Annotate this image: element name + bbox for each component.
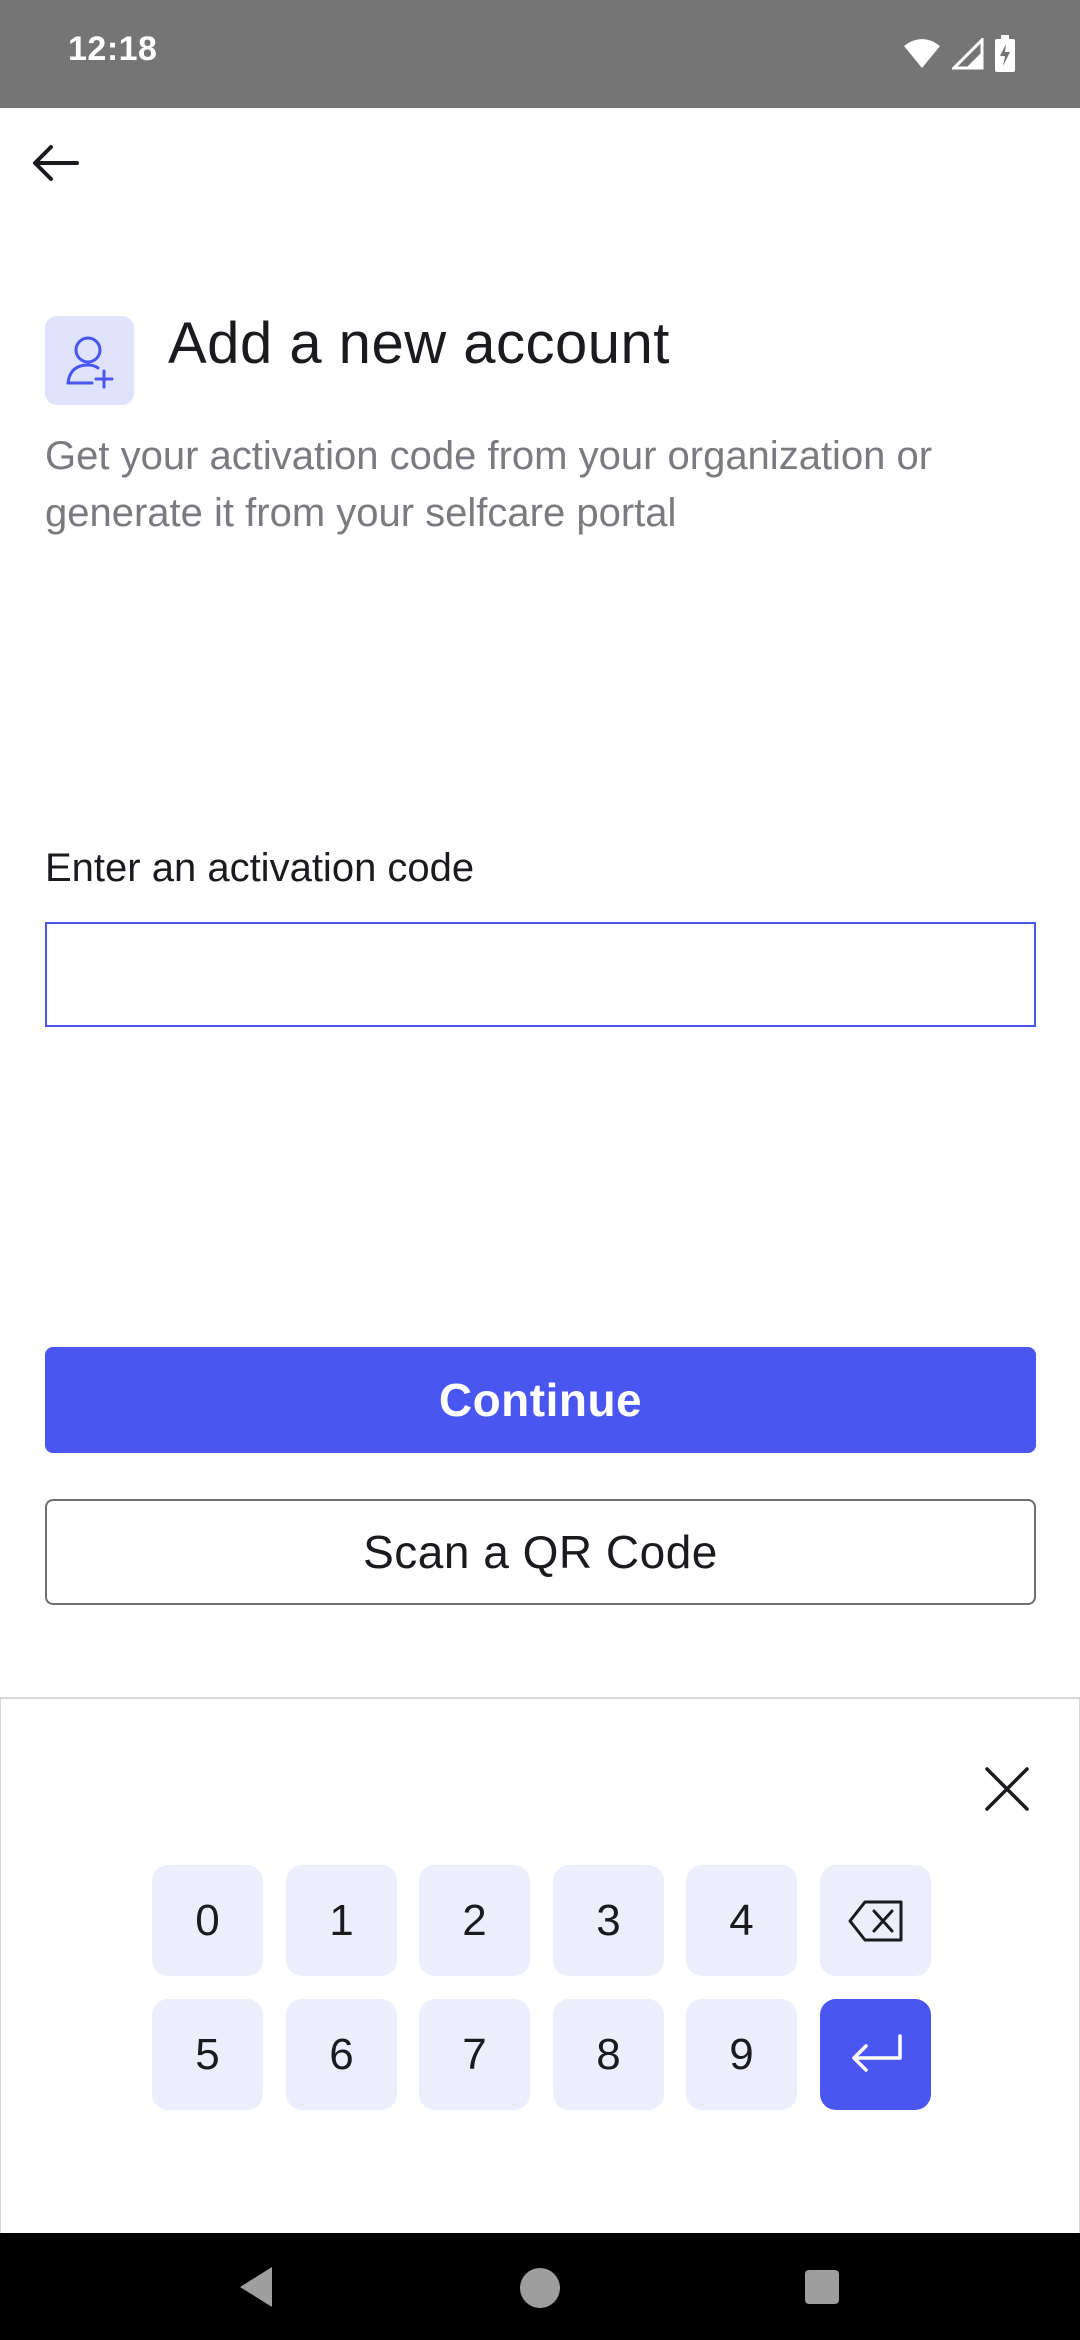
- activation-code-label: Enter an activation code: [45, 846, 475, 890]
- key-3[interactable]: 3: [553, 1865, 664, 1976]
- numeric-keypad: 0 1 2 3 4 5 6 7 8 9: [0, 1697, 1080, 2233]
- key-0[interactable]: 0: [152, 1865, 263, 1976]
- arrow-left-icon: [33, 145, 79, 181]
- key-8[interactable]: 8: [553, 1999, 664, 2110]
- key-9[interactable]: 9: [686, 1999, 797, 2110]
- key-4[interactable]: 4: [686, 1865, 797, 1976]
- continue-button[interactable]: Continue: [45, 1347, 1036, 1453]
- activation-code-input[interactable]: [45, 922, 1036, 1027]
- account-icon-badge: [45, 316, 134, 405]
- cell-signal-icon: [952, 38, 984, 70]
- backspace-key[interactable]: [820, 1865, 931, 1976]
- backspace-icon: [848, 1900, 902, 1941]
- add-user-icon: [66, 336, 113, 388]
- page-title: Add a new account: [168, 311, 670, 376]
- page-subtitle: Get your activation code from your organ…: [45, 434, 933, 535]
- key-1[interactable]: 1: [286, 1865, 397, 1976]
- key-5[interactable]: 5: [152, 1999, 263, 2110]
- nav-home-icon[interactable]: [520, 2268, 560, 2308]
- key-6[interactable]: 6: [286, 1999, 397, 2110]
- status-bar: 12:18: [0, 0, 1080, 108]
- nav-back-icon[interactable]: [236, 2263, 276, 2311]
- status-time: 12:18: [68, 30, 158, 68]
- keypad-close-button[interactable]: [977, 1759, 1037, 1819]
- back-button[interactable]: [22, 130, 88, 196]
- nav-recents-icon[interactable]: [805, 2270, 839, 2304]
- scan-qr-button[interactable]: Scan a QR Code: [45, 1499, 1036, 1605]
- system-nav-bar: [0, 2233, 1080, 2340]
- enter-icon: [851, 2033, 902, 2072]
- key-7[interactable]: 7: [419, 1999, 530, 2110]
- status-icons: [902, 32, 1016, 76]
- enter-key[interactable]: [820, 1999, 931, 2110]
- wifi-icon: [904, 39, 940, 68]
- close-icon: [985, 1767, 1029, 1811]
- battery-icon: [995, 35, 1015, 72]
- key-2[interactable]: 2: [419, 1865, 530, 1976]
